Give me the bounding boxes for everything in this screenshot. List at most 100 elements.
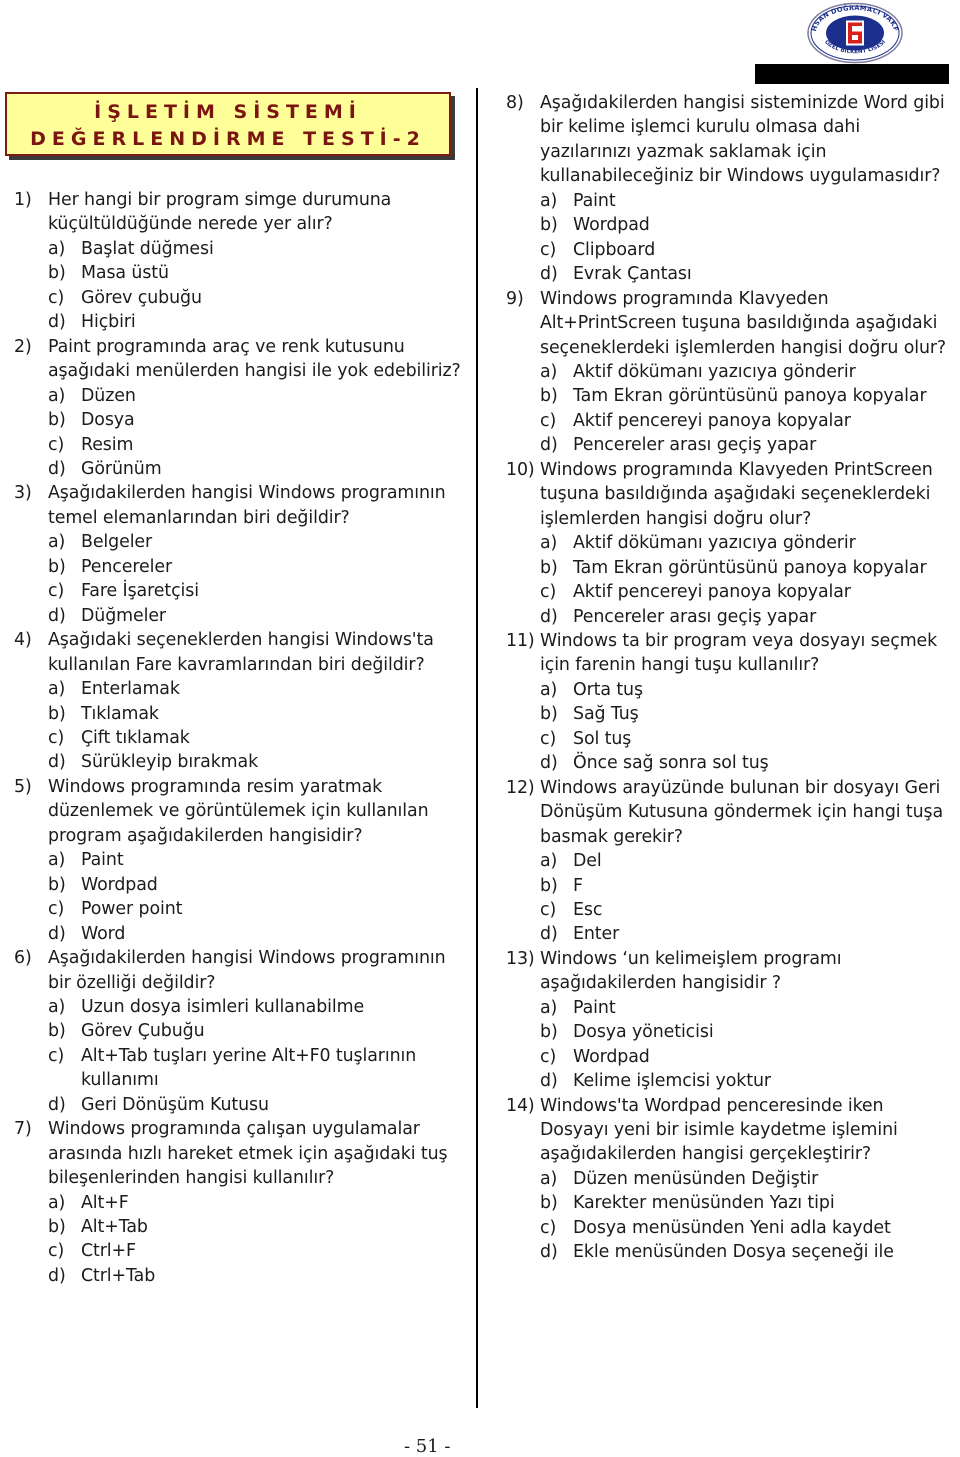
option-text: Resim [81,434,134,455]
answer-option-d[interactable]: d) Kelime işlemcisi yoktur [540,1069,956,1093]
option-letter: a) [540,190,558,211]
option-text: Enterlamak [81,679,180,700]
option-text: Uzun dosya isimleri kullanabilme [81,996,365,1017]
answer-option-d[interactable]: d) Hiçbiri [48,310,469,334]
option-letter: c) [540,1217,557,1238]
answer-option-a[interactable]: a) Enterlamak [48,677,469,701]
option-list: a) Paint b) Wordpad c) Power point d) Wo… [48,848,469,946]
answer-option-c[interactable]: c) Alt+Tab tuşları yerine Alt+F0 tuşları… [48,1044,469,1093]
question-3: 3) Aşağıdakilerden hangisi Windows progr… [14,481,469,628]
answer-option-d[interactable]: d) Word [48,922,469,946]
answer-option-b[interactable]: b) Dosya [48,408,469,432]
option-letter: c) [540,410,557,431]
answer-option-a[interactable]: a) Orta tuş [540,678,956,702]
answer-option-c[interactable]: c) Dosya menüsünden Yeni adla kaydet [540,1216,956,1240]
answer-option-b[interactable]: b) F [540,874,956,898]
title-line-2: DEĞERLENDİRME TESTİ-2 [30,128,426,150]
option-text: Tam Ekran görüntüsünü panoya kopyalar [573,386,927,407]
option-text: Karekter menüsünden Yazı tipi [573,1193,835,1214]
answer-option-a[interactable]: a) Aktif dökümanı yazıcıya gönderir [540,531,956,555]
answer-option-b[interactable]: b) Dosya yöneticisi [540,1020,956,1044]
answer-option-d[interactable]: d) Ekle menüsünden Dosya seçeneği ile [540,1240,956,1264]
question-number: 10) [506,459,535,480]
option-letter: b) [48,1021,66,1042]
question-stem: Paint programında araç ve renk kutusunu … [48,336,461,382]
question-stem: Aşağıdakilerden hangisi sisteminizde Wor… [540,93,945,187]
answer-option-b[interactable]: b) Görev Çubuğu [48,1019,469,1043]
answer-option-c[interactable]: c) Sol tuş [540,727,956,751]
answer-option-c[interactable]: c) Fare İşaretçisi [48,579,469,603]
answer-option-c[interactable]: c) Görev çubuğu [48,286,469,310]
answer-option-d[interactable]: d) Ctrl+Tab [48,1264,469,1288]
option-text: Alt+F [81,1192,129,1213]
answer-option-a[interactable]: a) Belgeler [48,530,469,554]
answer-option-c[interactable]: c) Power point [48,897,469,921]
option-letter: b) [48,874,66,895]
answer-option-d[interactable]: d) Sürükleyip bırakmak [48,750,469,774]
answer-option-d[interactable]: d) Pencereler arası geçiş yapar [540,605,956,629]
option-text: Orta tuş [573,679,643,700]
answer-option-a[interactable]: a) Paint [540,996,956,1020]
option-list: a) Başlat düğmesi b) Masa üstü c) Görev … [48,237,469,335]
answer-option-a[interactable]: a) Paint [48,848,469,872]
answer-option-b[interactable]: b) Tam Ekran görüntüsünü panoya kopyalar [540,384,956,408]
answer-option-b[interactable]: b) Pencereler [48,555,469,579]
option-text: Dosya yöneticisi [573,1022,714,1043]
answer-option-b[interactable]: b) Wordpad [48,873,469,897]
answer-option-c[interactable]: c) Clipboard [540,238,956,262]
question-4: 4) Aşağıdaki seçeneklerden hangisi Windo… [14,628,469,775]
option-letter: b) [48,263,66,284]
option-letter: c) [48,899,65,920]
answer-option-d[interactable]: d) Enter [540,922,956,946]
option-list: a) Düzen menüsünden Değiştir b) Karekter… [540,1167,956,1265]
answer-option-a[interactable]: a) Aktif dökümanı yazıcıya gönderir [540,360,956,384]
answer-option-d[interactable]: d) Önce sağ sonra sol tuş [540,751,956,775]
answer-option-b[interactable]: b) Alt+Tab [48,1215,469,1239]
answer-option-c[interactable]: c) Esc [540,898,956,922]
answer-option-a[interactable]: a) Düzen [48,384,469,408]
option-list: a) Düzen b) Dosya c) Resim d) Görünüm [48,384,469,482]
answer-option-c[interactable]: c) Wordpad [540,1045,956,1069]
school-logo: İHSAN DOĞRAMACI VAKFI ÖZEL BİLKENT LİSES… [806,2,904,64]
answer-option-c[interactable]: c) Aktif pencereyi panoya kopyalar [540,580,956,604]
option-text: Masa üstü [81,263,169,284]
question-stem: Windows programında Klavyeden PrintScree… [540,459,933,529]
answer-option-d[interactable]: d) Düğmeler [48,604,469,628]
answer-option-b[interactable]: b) Wordpad [540,213,956,237]
answer-option-c[interactable]: c) Ctrl+F [48,1239,469,1263]
answer-option-a[interactable]: a) Alt+F [48,1191,469,1215]
answer-option-d[interactable]: d) Pencereler arası geçiş yapar [540,433,956,457]
option-list: a) Paint b) Dosya yöneticisi c) Wordpad … [540,996,956,1094]
question-10: 10) Windows programında Klavyeden PrintS… [506,458,956,629]
answer-option-a[interactable]: a) Uzun dosya isimleri kullanabilme [48,995,469,1019]
option-text: Alt+Tab tuşları yerine Alt+F0 tuşlarının… [81,1045,417,1091]
answer-option-b[interactable]: b) Masa üstü [48,261,469,285]
answer-option-b[interactable]: b) Tıklamak [48,702,469,726]
answer-option-b[interactable]: b) Tam Ekran görüntüsünü panoya kopyalar [540,556,956,580]
option-text: Aktif dökümanı yazıcıya gönderir [573,533,856,554]
question-7: 7) Windows programında çalışan uygulamal… [14,1117,469,1288]
question-number: 5) [14,776,32,797]
answer-option-a[interactable]: a) Başlat düğmesi [48,237,469,261]
answer-option-d[interactable]: d) Geri Dönüşüm Kutusu [48,1093,469,1117]
answer-option-d[interactable]: d) Görünüm [48,457,469,481]
answer-option-c[interactable]: c) Resim [48,433,469,457]
answer-option-a[interactable]: a) Paint [540,189,956,213]
option-letter: b) [540,704,558,725]
answer-option-a[interactable]: a) Düzen menüsünden Değiştir [540,1167,956,1191]
option-list: a) Alt+F b) Alt+Tab c) Ctrl+F d) Ctrl+Ta… [48,1191,469,1289]
option-letter: a) [540,361,558,382]
option-text: F [573,875,583,896]
answer-option-c[interactable]: c) Aktif pencereyi panoya kopyalar [540,409,956,433]
option-text: Power point [81,899,183,920]
option-text: Esc [573,899,603,920]
answer-option-a[interactable]: a) Del [540,849,956,873]
answer-option-c[interactable]: c) Çift tıklamak [48,726,469,750]
option-letter: d) [540,753,558,774]
answer-option-b[interactable]: b) Sağ Tuş [540,702,956,726]
option-text: Paint [81,850,124,871]
option-text: Dosya [81,410,135,431]
answer-option-b[interactable]: b) Karekter menüsünden Yazı tipi [540,1191,956,1215]
answer-option-d[interactable]: d) Evrak Çantası [540,262,956,286]
option-letter: c) [48,1045,65,1066]
